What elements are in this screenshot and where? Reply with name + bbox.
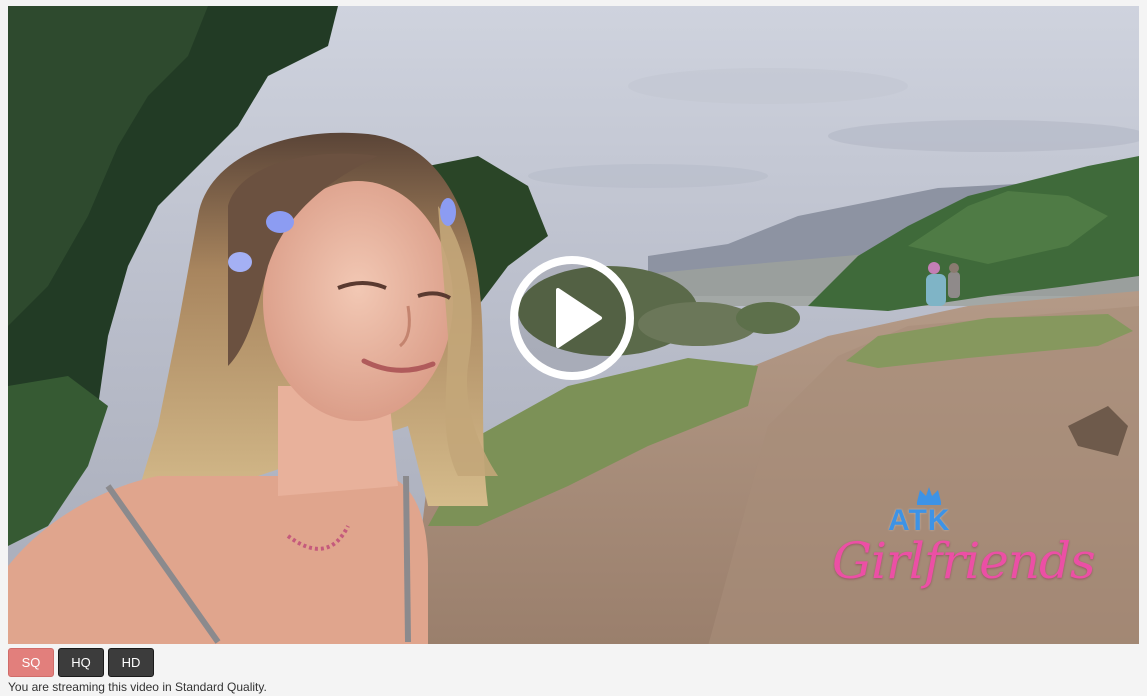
quality-selector: SQ HQ HD [8, 648, 154, 677]
watermark-brand-bottom: Girlfriends [832, 532, 1096, 590]
quality-hq-button[interactable]: HQ [58, 648, 104, 677]
streaming-status: You are streaming this video in Standard… [8, 680, 267, 694]
watermark-logo: ATK Girlfriends [826, 484, 1126, 634]
page: ATK Girlfriends SQ HQ HD You are streami… [0, 0, 1147, 696]
quality-hd-button[interactable]: HD [108, 648, 154, 677]
play-icon[interactable] [508, 254, 636, 382]
crown-icon [917, 487, 941, 505]
quality-sq-button[interactable]: SQ [8, 648, 54, 677]
video-player[interactable]: ATK Girlfriends [8, 6, 1139, 644]
